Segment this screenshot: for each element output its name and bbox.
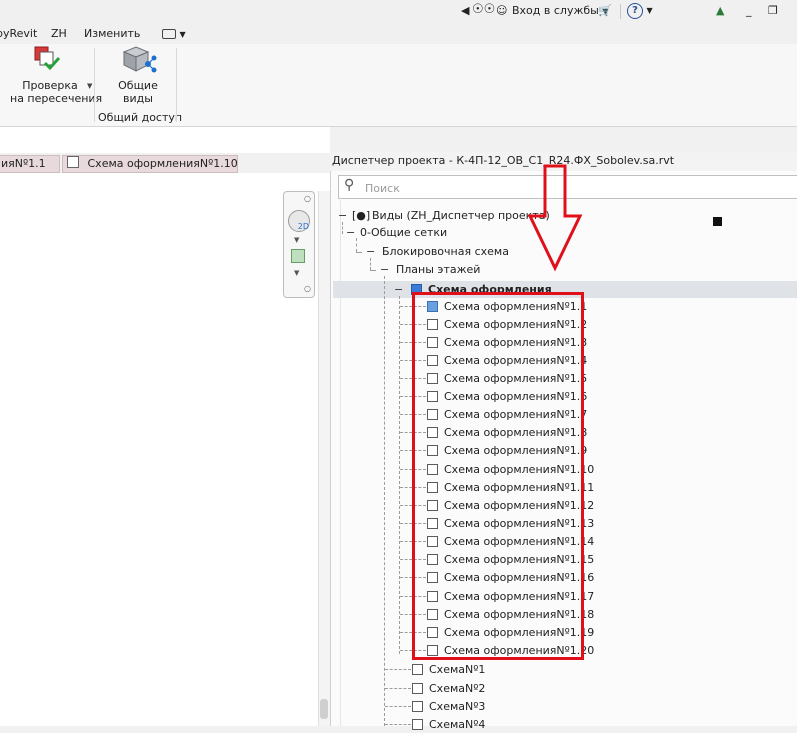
tree-item-label: СхемаNº2 [429, 682, 486, 695]
tree-node-views-root[interactable]: − [●] Виды (ZH_Диспетчер проекта) [338, 207, 638, 224]
shared-views-icon [122, 46, 157, 73]
steering-wheel-icon[interactable]: 2D [288, 210, 310, 232]
browser-scrollbar[interactable] [330, 197, 341, 726]
tree-item-scheme[interactable]: СхемаNº1 [385, 661, 585, 678]
ribbon-panel: Проверка на пересечения ▼ Общие виды Общ… [0, 44, 797, 127]
view-tab-1-1[interactable]: ияNº1.1 [0, 155, 60, 173]
view-tab-1-10[interactable]: Схема оформленияNº1.10 [62, 155, 238, 173]
binoculars-icon[interactable]: ☉☉ [472, 2, 495, 17]
chevron-down-icon[interactable]: ▼ [87, 82, 92, 90]
clash-check-button[interactable] [28, 44, 68, 76]
tree-line [370, 258, 371, 270]
tree-line [342, 222, 343, 234]
tab-zh[interactable]: ZH [51, 27, 67, 40]
annotation-highlight-box [412, 292, 584, 660]
clash-check-label-line2: на пересечения [10, 92, 103, 105]
tree-node-label: 0-Общие сетки [360, 226, 448, 239]
window-icon [162, 29, 176, 39]
tab-pyrevit[interactable]: pyRevit [0, 27, 37, 40]
chevron-down-icon: ▼ [646, 6, 653, 15]
ribbon-divider [94, 48, 95, 122]
views-icon: [●] [352, 209, 371, 222]
clash-check-label: Проверка на пересечения [10, 79, 103, 105]
cart-icon[interactable]: 🛒 [598, 4, 612, 17]
title-bar: ◀ ☉☉ ☺ Вход в службы ▼ 🛒 ? ▼ ▲ _ ❐ [0, 0, 797, 24]
tree-item-scheme[interactable]: СхемаNº4 [385, 716, 585, 733]
back-arrow-icon[interactable]: ◀ [461, 4, 469, 17]
shared-views-label: Общие виды [110, 79, 166, 105]
tree-node-label: Блокировочная схема [382, 245, 509, 258]
view-icon [412, 701, 423, 712]
zoom-region-icon[interactable] [291, 249, 305, 263]
chevron-down-icon[interactable]: ▼ [294, 236, 299, 244]
search-icon: ⚲ [344, 177, 355, 193]
panel-label-sharing: Общий доступ [98, 111, 183, 124]
tree-item-scheme[interactable]: СхемаNº2 [385, 680, 585, 697]
browser-marker-icon [713, 217, 722, 226]
tree-line [370, 270, 376, 271]
user-icon[interactable]: ☺ [496, 4, 507, 17]
shared-views-button[interactable] [118, 44, 158, 76]
restore-window-icon[interactable]: ❐ [768, 4, 778, 17]
tree-node-common-grids[interactable]: − 0-Общие сетки [346, 224, 546, 241]
tree-line [384, 276, 385, 726]
tree-item-label: СхемаNº3 [429, 700, 486, 713]
help-button[interactable]: ? ▼ [627, 3, 653, 19]
ribbon-tabs: pyRevit ZH Изменить ▼ [0, 24, 797, 44]
chevron-down-icon: ▼ [179, 30, 186, 39]
shared-views-label-line1: Общие [118, 79, 158, 92]
drawing-view-area[interactable] [0, 127, 330, 726]
tree-item-label: СхемаNº1 [429, 663, 486, 676]
close-icon[interactable]: ○ [304, 194, 311, 203]
signin-button[interactable]: Вход в службы ▼ [512, 4, 609, 17]
clash-check-icon [34, 46, 61, 71]
view-icon [412, 683, 423, 694]
search-input[interactable] [363, 179, 667, 197]
view-tab-label: Схема оформленияNº1.10 [87, 157, 238, 170]
clash-check-label-line1: Проверка [22, 79, 78, 92]
context-tab-button[interactable]: ▼ [162, 27, 186, 40]
tree-item-scheme[interactable]: СхемаNº3 [385, 698, 585, 715]
plan-view-icon [67, 156, 79, 168]
chevron-down-icon[interactable]: ▼ [294, 269, 299, 277]
tab-modify[interactable]: Изменить [84, 27, 140, 40]
scrollbar-thumb[interactable] [320, 699, 328, 719]
tree-node-label: Планы этажей [396, 263, 481, 276]
tree-line [356, 252, 362, 253]
minimize-button[interactable]: _ [746, 4, 752, 17]
view-icon [412, 664, 423, 675]
tree-line [356, 238, 357, 252]
collapse-icon[interactable]: − [346, 224, 355, 241]
view-tabs-bar: ияNº1.1 Схема оформленияNº1.10 [0, 153, 330, 173]
help-icon: ? [627, 3, 643, 19]
autodesk-app-icon[interactable]: ▲ [716, 4, 724, 17]
view-tab-label: ияNº1.1 [1, 157, 46, 170]
toolbar-divider [620, 4, 621, 19]
ribbon-divider [176, 48, 177, 122]
annotation-arrow-down-icon [527, 164, 583, 272]
settings-dot-icon[interactable]: ○ [304, 284, 311, 293]
shared-views-label-line2: виды [123, 92, 153, 105]
navigation-bar: 2D ▼ ▼ ○ ○ [283, 191, 315, 298]
tree-item-label: СхемаNº4 [429, 718, 486, 731]
signin-label: Вход в службы [512, 4, 599, 17]
view-icon [412, 719, 423, 730]
tree-node-label: Виды (ZH_Диспетчер проекта) [372, 209, 550, 222]
